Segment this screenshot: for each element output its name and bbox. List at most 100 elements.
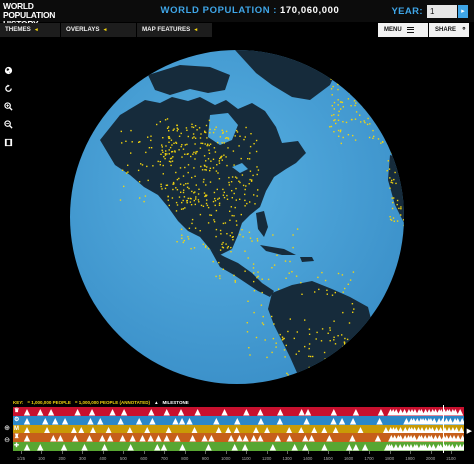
menu-button[interactable]: MENU xyxy=(378,23,428,37)
milestone-marker[interactable] xyxy=(23,444,31,451)
rotate-icon[interactable] xyxy=(3,84,13,94)
milestone-marker[interactable] xyxy=(148,409,155,416)
timeline-band[interactable]: ✚ xyxy=(13,442,464,451)
year-go-button[interactable]: ▸ xyxy=(458,4,468,18)
milestone-marker[interactable] xyxy=(86,435,93,442)
milestone-marker[interactable] xyxy=(263,426,271,434)
milestone-marker[interactable] xyxy=(194,409,201,416)
timeline-band[interactable]: ♛ xyxy=(13,407,464,416)
milestone-marker[interactable] xyxy=(250,435,257,442)
milestone-marker[interactable] xyxy=(338,417,346,425)
milestone-marker[interactable] xyxy=(120,409,128,416)
milestone-marker[interactable] xyxy=(458,417,464,425)
milestone-marker[interactable] xyxy=(233,426,240,434)
milestone-marker[interactable] xyxy=(23,435,31,442)
milestone-marker[interactable] xyxy=(321,444,328,451)
milestone-marker[interactable] xyxy=(346,444,353,451)
milestone-marker[interactable] xyxy=(74,409,81,416)
zoom-out-icon[interactable] xyxy=(3,120,13,130)
milestone-marker[interactable] xyxy=(143,426,151,434)
milestone-marker[interactable] xyxy=(87,417,94,425)
share-button[interactable]: SHARE ⚬ xyxy=(429,23,469,37)
milestone-marker[interactable] xyxy=(349,435,356,442)
milestone-marker[interactable] xyxy=(458,426,464,434)
milestone-marker[interactable] xyxy=(376,417,383,425)
timeline-band[interactable]: M xyxy=(13,424,464,434)
milestone-marker[interactable] xyxy=(286,435,293,442)
milestone-marker[interactable] xyxy=(135,417,143,425)
milestone-marker[interactable] xyxy=(174,435,181,442)
milestone-marker[interactable] xyxy=(298,409,305,416)
milestone-marker[interactable] xyxy=(456,409,464,416)
milestone-marker[interactable] xyxy=(23,426,31,434)
milestone-marker[interactable] xyxy=(308,435,315,442)
milestone-marker[interactable] xyxy=(242,435,249,442)
milestone-marker[interactable] xyxy=(126,426,134,434)
map-features-menu[interactable]: MAP FEATURES ◄ xyxy=(137,23,213,37)
milestone-marker[interactable] xyxy=(311,426,318,434)
milestone-marker[interactable] xyxy=(374,435,382,442)
milestone-marker[interactable] xyxy=(23,417,31,425)
overlays-menu[interactable]: OVERLAYS ◄ xyxy=(61,23,137,37)
milestone-marker[interactable] xyxy=(213,417,220,425)
milestone-marker[interactable] xyxy=(50,435,57,442)
milestone-marker[interactable] xyxy=(252,426,260,434)
milestone-marker[interactable] xyxy=(127,444,134,451)
milestone-marker[interactable] xyxy=(302,444,309,451)
milestone-marker[interactable] xyxy=(277,409,284,416)
globe-map[interactable] xyxy=(60,45,415,390)
milestone-marker[interactable] xyxy=(70,426,78,434)
milestone-marker[interactable] xyxy=(321,426,328,434)
milestone-marker[interactable] xyxy=(97,417,104,425)
milestone-marker[interactable] xyxy=(154,444,161,451)
milestone-marker[interactable] xyxy=(304,409,312,416)
milestone-marker[interactable] xyxy=(215,426,222,434)
milestone-marker[interactable] xyxy=(332,426,339,434)
milestone-marker[interactable] xyxy=(243,409,250,416)
milestone-marker[interactable] xyxy=(179,444,186,451)
film-icon[interactable] xyxy=(3,138,13,148)
milestone-marker[interactable] xyxy=(291,444,298,451)
milestone-marker[interactable] xyxy=(109,409,116,416)
milestone-marker[interactable] xyxy=(191,426,198,434)
zoom-in-icon[interactable]: ⊕ xyxy=(2,424,12,434)
milestone-marker[interactable] xyxy=(37,409,44,416)
milestone-marker[interactable] xyxy=(257,417,265,425)
milestone-marker[interactable] xyxy=(236,435,243,442)
milestone-marker[interactable] xyxy=(155,435,162,442)
milestone-marker[interactable] xyxy=(163,409,170,416)
milestone-marker[interactable] xyxy=(285,426,293,434)
milestone-marker[interactable] xyxy=(269,444,277,451)
milestone-marker[interactable] xyxy=(129,435,136,442)
milestone-marker[interactable] xyxy=(160,444,168,451)
milestone-marker[interactable] xyxy=(57,435,64,442)
timeline-band[interactable]: ♜ xyxy=(13,433,464,443)
milestone-marker[interactable] xyxy=(37,444,44,451)
milestone-marker[interactable] xyxy=(99,435,106,442)
milestone-marker[interactable] xyxy=(42,417,49,425)
milestone-marker[interactable] xyxy=(105,426,112,434)
milestone-marker[interactable] xyxy=(361,444,369,451)
timeline-band[interactable]: ⚙ xyxy=(13,415,464,425)
timeline-next-icon[interactable]: ▶ xyxy=(467,427,472,435)
milestone-marker[interactable] xyxy=(377,409,385,416)
zoom-in-icon[interactable] xyxy=(3,102,13,112)
milestone-marker[interactable] xyxy=(163,435,170,442)
milestone-marker[interactable] xyxy=(231,444,238,451)
milestone-marker[interactable] xyxy=(352,444,360,451)
current-year-marker[interactable] xyxy=(443,405,444,453)
milestone-marker[interactable] xyxy=(225,426,232,434)
milestone-marker[interactable] xyxy=(147,435,154,442)
milestone-marker[interactable] xyxy=(119,435,126,442)
milestone-marker[interactable] xyxy=(302,435,309,442)
milestone-marker[interactable] xyxy=(274,435,282,442)
milestone-marker[interactable] xyxy=(326,435,333,442)
milestone-marker[interactable] xyxy=(349,417,357,425)
milestone-marker[interactable] xyxy=(89,426,97,434)
milestone-marker[interactable] xyxy=(330,417,337,425)
milestone-marker[interactable] xyxy=(357,426,364,434)
milestone-marker[interactable] xyxy=(47,409,55,416)
milestone-marker[interactable] xyxy=(276,417,284,425)
milestone-marker[interactable] xyxy=(177,409,185,416)
milestone-marker[interactable] xyxy=(208,435,215,442)
